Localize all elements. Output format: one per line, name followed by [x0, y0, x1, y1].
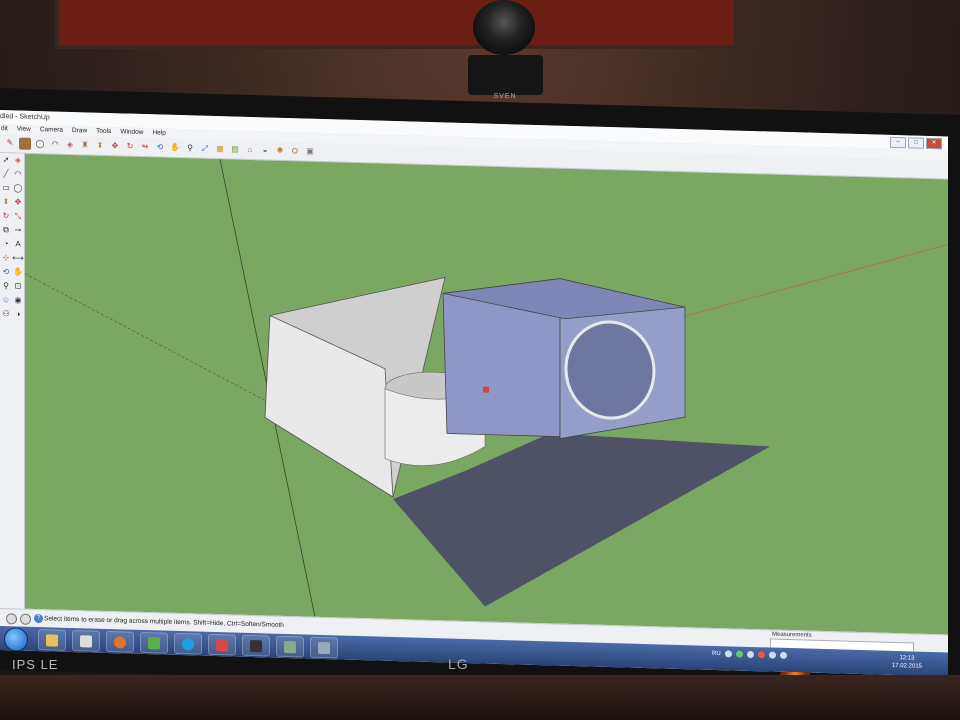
taskbar-explorer[interactable] [38, 629, 66, 651]
status-hint: Select items to erase or drag across mul… [44, 615, 284, 629]
measurements-label: Measurements [772, 631, 812, 639]
text-icon[interactable]: A [12, 238, 24, 250]
arc-icon[interactable]: ◠ [49, 138, 61, 150]
settings-icon[interactable]: ▣ [304, 145, 316, 157]
move-icon[interactable]: ✥ [12, 196, 24, 208]
close-button[interactable]: ✕ [926, 137, 942, 150]
pan-icon[interactable]: ✋ [12, 266, 24, 278]
zoom-icon[interactable]: ⚲ [184, 142, 196, 154]
pencil-icon[interactable]: ✎ [4, 137, 16, 149]
cursor-marker [483, 386, 489, 393]
orbit-icon[interactable]: ⟲ [154, 141, 166, 153]
look-around-icon[interactable]: ◉ [12, 294, 24, 306]
eraser-icon[interactable]: ◈ [64, 139, 76, 151]
geo-location-icon[interactable] [6, 613, 17, 625]
window-title: dled - SketchUp [0, 113, 50, 122]
minimize-button[interactable]: – [890, 136, 906, 149]
desk [0, 675, 960, 720]
section-plane-icon[interactable]: ◒ [259, 144, 271, 156]
rotate-icon[interactable]: ↻ [0, 210, 12, 222]
walk-icon[interactable]: ⚇ [0, 308, 12, 320]
select-icon[interactable]: ➚ [0, 154, 12, 166]
ips-label: IPS LE [12, 657, 59, 672]
modeling-viewport[interactable] [25, 153, 948, 635]
sandbox-icon[interactable]: ✱ [274, 145, 286, 157]
move-icon[interactable]: ✥ [109, 140, 121, 152]
zoom-window-icon[interactable]: ⊡ [12, 280, 24, 292]
axis-guide [25, 273, 286, 412]
menu-window[interactable]: Window [119, 127, 144, 138]
lg-logo: LG [448, 656, 469, 672]
scale-icon[interactable]: ⤡ [12, 210, 24, 222]
rectangle-icon[interactable] [19, 137, 31, 150]
follow-me-icon[interactable]: ↬ [139, 141, 151, 153]
materials-icon[interactable]: ▤ [229, 143, 241, 155]
position-camera-icon[interactable]: ☺ [0, 294, 12, 306]
menu-camera[interactable]: Camera [39, 125, 64, 136]
start-button[interactable] [4, 627, 28, 652]
offset-icon[interactable]: ⧉ [0, 224, 12, 236]
menu-view[interactable]: View [16, 124, 32, 134]
line-icon[interactable]: ╱ [0, 168, 12, 180]
webcam-brand: SVEN [493, 93, 517, 100]
menu-tools[interactable]: Tools [95, 127, 112, 137]
taskbar-media[interactable] [72, 630, 100, 652]
3d-scene [25, 159, 948, 617]
maximize-button[interactable]: □ [908, 137, 924, 149]
arc-icon[interactable]: ◠ [12, 168, 24, 180]
push-pull-icon[interactable]: ⬍ [94, 140, 106, 152]
rotate-icon[interactable]: ↻ [124, 140, 136, 152]
menu-help[interactable]: Help [151, 128, 166, 138]
webcam: SVEN [458, 0, 553, 100]
wall-frame [55, 0, 738, 49]
circle-icon[interactable]: ◯ [34, 138, 46, 150]
dimension-icon[interactable]: ⟷ [12, 252, 24, 264]
menu-draw[interactable]: Draw [71, 126, 88, 136]
pan-icon[interactable]: ✋ [169, 142, 181, 154]
circle-icon[interactable]: ◯ [12, 182, 24, 194]
credits-icon[interactable] [20, 613, 31, 625]
protractor-icon[interactable]: ◔ [0, 238, 12, 250]
push-pull-icon[interactable]: ⬍ [0, 196, 12, 208]
red-axis [664, 244, 948, 322]
sketchup-window: dled - SketchUp – □ ✕ dit View Camera Dr… [0, 110, 948, 677]
help-icon[interactable]: ? [34, 613, 43, 624]
zoom-extents-icon[interactable]: ⤢ [199, 143, 211, 155]
tape-icon[interactable]: ⊸ [12, 224, 24, 236]
components-icon[interactable]: ▦ [214, 143, 226, 155]
google-earth-icon[interactable]: ⛭ [289, 145, 301, 157]
3d-warehouse-icon[interactable]: ⌂ [244, 144, 256, 156]
orbit-icon[interactable]: ⟲ [0, 266, 12, 278]
section-icon[interactable]: ◑ [12, 308, 24, 320]
tools-sidebar: ➚ ◈ ╱ ◠ ▭ ◯ ⬍ ✥ ↻ ⤡ ⧉ ⊸ ◔ A ⊹ ⟷ ⟲ ✋ ⚲ ⊡ … [0, 153, 25, 609]
paint-bucket-icon[interactable]: ♜ [79, 139, 91, 151]
eraser-icon[interactable]: ◈ [12, 154, 24, 166]
zoom-icon[interactable]: ⚲ [0, 280, 12, 292]
menu-edit[interactable]: dit [0, 124, 9, 134]
axes-icon[interactable]: ⊹ [0, 252, 12, 264]
rectangle-icon[interactable]: ▭ [0, 182, 12, 194]
port-hole [564, 320, 656, 420]
